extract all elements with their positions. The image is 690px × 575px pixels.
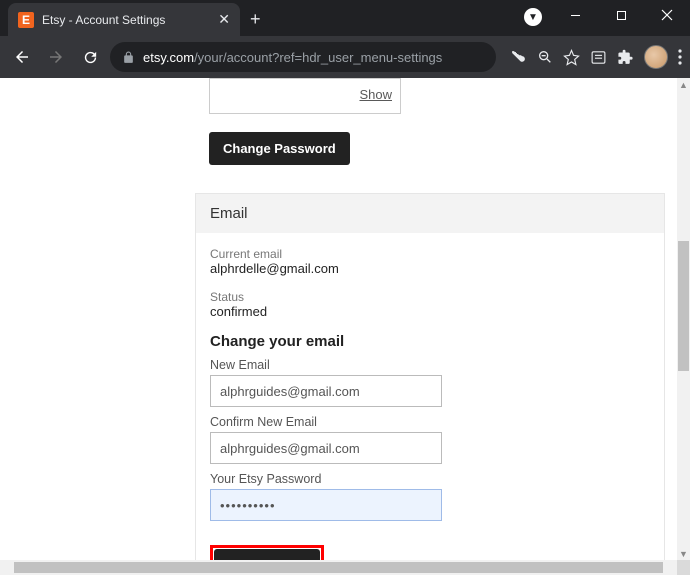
back-button[interactable] [8, 43, 36, 71]
current-email-value: alphrdelle@gmail.com [210, 261, 650, 276]
menu-icon[interactable] [678, 49, 682, 65]
page-viewport: Show Change Password Email Current email… [0, 78, 690, 560]
etsy-password-input[interactable] [210, 489, 442, 521]
vertical-scrollbar[interactable]: ▲ ▼ [677, 78, 690, 560]
etsy-password-label: Your Etsy Password [210, 472, 650, 486]
tab-strip: E Etsy - Account Settings ✕ + ▼ [0, 0, 690, 36]
minimize-button[interactable] [552, 0, 598, 30]
key-icon[interactable] [510, 49, 527, 66]
account-dropdown-icon[interactable]: ▼ [524, 8, 542, 26]
vertical-scroll-thumb[interactable] [678, 241, 689, 371]
email-heading: Email [196, 194, 664, 233]
close-window-button[interactable] [644, 0, 690, 30]
confirm-email-label: Confirm New Email [210, 415, 650, 429]
scroll-down-icon[interactable]: ▼ [677, 547, 690, 560]
window-controls [552, 0, 690, 30]
reader-icon[interactable] [590, 49, 607, 66]
browser-chrome: E Etsy - Account Settings ✕ + ▼ etsy.com… [0, 0, 690, 78]
confirm-email-input[interactable] [210, 432, 442, 464]
zoom-icon[interactable] [537, 49, 553, 65]
change-email-heading: Change your email [210, 333, 650, 350]
status-label: Status [210, 290, 650, 304]
url-text: etsy.com/your/account?ref=hdr_user_menu-… [143, 50, 442, 65]
show-password-link[interactable]: Show [359, 87, 392, 102]
bookmark-star-icon[interactable] [563, 49, 580, 66]
new-email-input[interactable] [210, 375, 442, 407]
status-value: confirmed [210, 304, 650, 319]
new-email-label: New Email [210, 358, 650, 372]
horizontal-scrollbar[interactable] [0, 560, 677, 575]
toolbar-right-icons [510, 45, 682, 69]
browser-tab[interactable]: E Etsy - Account Settings ✕ [8, 3, 240, 36]
settings-content: Show Change Password Email Current email… [195, 78, 665, 560]
change-email-button[interactable]: Change Email [214, 549, 320, 560]
change-email-highlight: Change Email [210, 545, 324, 560]
scrollbar-corner [677, 560, 690, 575]
close-tab-icon[interactable]: ✕ [218, 11, 230, 28]
address-bar[interactable]: etsy.com/your/account?ref=hdr_user_menu-… [110, 42, 496, 72]
browser-toolbar: etsy.com/your/account?ref=hdr_user_menu-… [0, 36, 690, 78]
forward-button[interactable] [42, 43, 70, 71]
maximize-button[interactable] [598, 0, 644, 30]
tab-title: Etsy - Account Settings [42, 13, 210, 27]
profile-avatar[interactable] [644, 45, 668, 69]
current-email-label: Current email [210, 247, 650, 261]
reload-button[interactable] [76, 43, 104, 71]
horizontal-scroll-thumb[interactable] [14, 562, 663, 573]
confirm-password-field[interactable]: Show [209, 78, 401, 114]
email-section: Email Current email alphrdelle@gmail.com… [195, 193, 665, 560]
extensions-icon[interactable] [617, 49, 634, 66]
lock-icon [122, 51, 135, 64]
new-tab-button[interactable]: + [250, 9, 261, 30]
change-password-button[interactable]: Change Password [209, 132, 350, 165]
scroll-up-icon[interactable]: ▲ [677, 78, 690, 91]
etsy-favicon: E [18, 12, 34, 28]
